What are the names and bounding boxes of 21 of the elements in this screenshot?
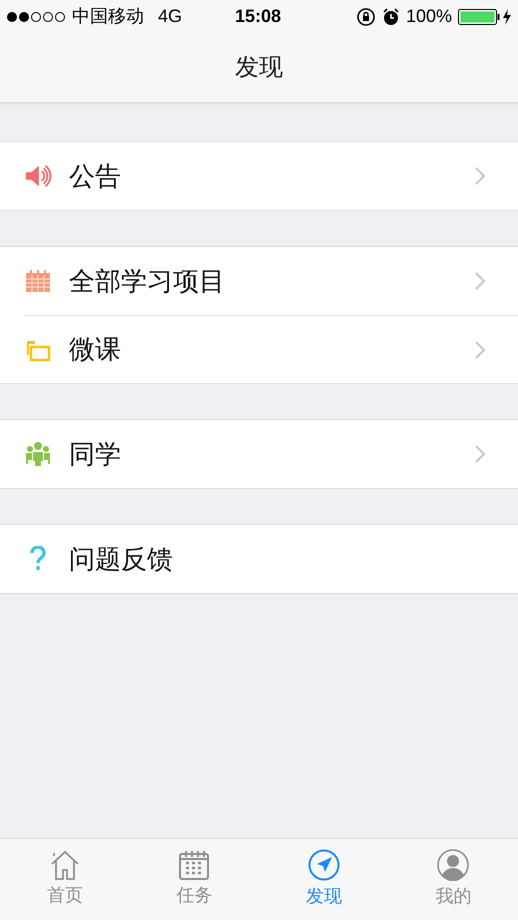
battery-charging-icon [458, 8, 512, 26]
calendar-icon [179, 850, 210, 880]
list-item[interactable]: 同学 [0, 420, 518, 488]
status-time: 15:08 [235, 5, 282, 28]
page-title: 发现 [235, 52, 283, 82]
carrier-name: 中国移动 [72, 5, 144, 28]
question-icon [30, 546, 46, 572]
rotation-lock-icon [356, 6, 376, 26]
signal-icon [6, 10, 66, 22]
list-item[interactable]: 微课 [24, 315, 518, 383]
calendar-icon [25, 269, 51, 293]
alarm-icon [382, 8, 400, 26]
battery-percent: 100% [406, 5, 452, 28]
list-item[interactable]: 问题反馈 [0, 525, 518, 593]
home-icon [50, 850, 80, 880]
list-item[interactable]: 全部学习项目 [0, 247, 518, 315]
user-avatar-icon [437, 849, 470, 881]
list-item[interactable]: 公告 [0, 142, 518, 210]
network-type: 4G [158, 5, 182, 28]
navigation-icon [308, 849, 340, 881]
people-icon [26, 441, 50, 467]
